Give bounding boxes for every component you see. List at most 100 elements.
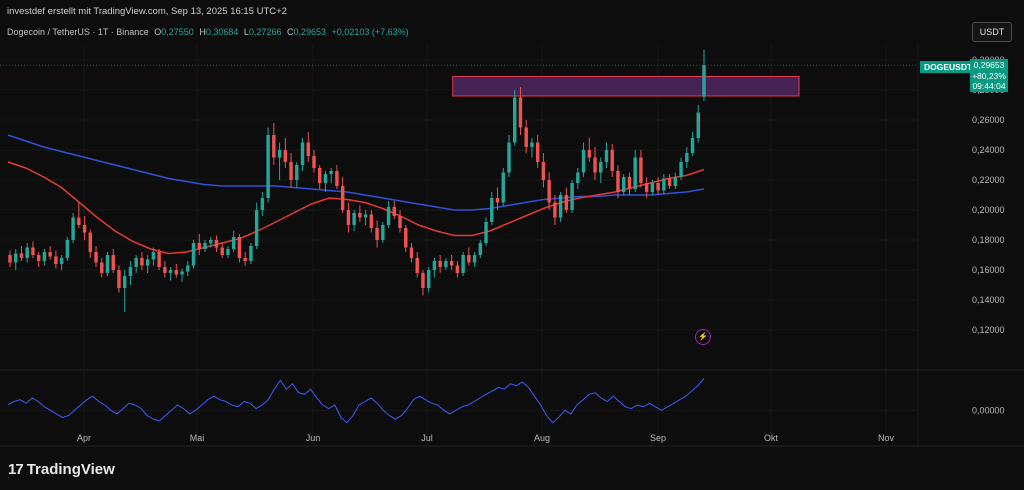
candle-body [134,258,138,267]
x-tick-label: Sep [650,433,666,443]
change-percent: +80,23% [972,70,1006,81]
candle-body [306,142,310,156]
candle-body [59,258,64,264]
candle-body [317,168,322,183]
symbol-price-tag: DOGEUSDT [920,61,977,73]
candle-body [54,256,58,264]
candle-body [272,135,276,158]
candle-body [249,246,253,261]
candle-body [77,217,81,225]
candle-body [295,165,299,180]
y-tick-label: 0,22000 [972,175,1005,185]
candle-body [576,172,580,183]
candle-body [570,183,574,210]
candle-body [31,247,35,255]
bar-countdown: 09:44:04 [972,81,1006,91]
candle-body [260,198,265,210]
candle-body [513,97,517,143]
candle-body [117,270,121,288]
x-tick-label: Aug [534,433,550,443]
last-price: 0,29653 [973,60,1005,70]
candle-body [94,252,98,263]
candle-body [323,174,328,183]
candle-body [673,177,678,186]
candle-body [650,183,655,192]
candle-body [25,247,29,258]
candle-body [490,198,494,222]
candle-body [656,183,660,191]
candle-body [191,243,196,266]
candle-body [186,265,190,272]
candle-body [352,213,356,225]
y-tick-label: 0,18000 [972,235,1005,245]
candle-body [65,240,70,258]
candle-body [690,138,695,153]
candle-body [151,252,156,260]
candle-body [122,276,127,288]
candle-body [530,142,534,147]
candle-body [432,261,437,270]
candle-body [375,228,379,240]
candle-body [237,237,242,258]
candle-body [616,171,620,192]
x-tick-label: Mai [190,433,205,443]
candle-body [335,171,339,186]
y-tick-label: 0,16000 [972,265,1005,275]
candle-body [203,243,207,249]
candle-body [88,232,93,252]
candle-body [42,252,47,261]
candle-body [48,252,52,257]
candle-body [409,247,414,258]
candle-body [254,210,259,246]
candle-body [226,249,230,255]
candle-body [266,135,270,198]
candle-body [243,258,247,261]
x-tick-label: Jul [421,433,433,443]
candle-body [547,180,551,203]
candle-body [277,150,282,158]
candle-body [564,195,569,210]
candle-body [71,217,75,240]
candle-body [501,172,505,203]
candle-body [685,153,689,162]
candle-body [140,258,144,266]
resistance-zone [452,76,800,97]
candle-body [398,216,402,228]
candle-body [231,237,236,249]
candle-body [111,255,115,270]
candle-body [145,259,150,266]
candle-body [581,150,586,173]
candle-body [449,261,454,266]
candle-body [553,202,557,218]
candle-body [421,273,425,288]
candle-body [312,156,316,168]
candle-body [220,247,224,255]
candle-body [558,195,563,218]
candle-body [128,267,133,276]
candle-body [100,262,104,273]
candle-body [495,198,500,203]
candle-body [541,162,546,180]
candle-body [593,157,597,173]
candle-body [644,183,649,192]
candle-body [174,270,179,275]
candle-body [438,261,442,267]
candle-body [340,186,345,210]
candle-body [587,150,592,158]
candle-body [381,225,385,240]
oscillator-line [7,378,705,424]
candle-body [604,150,609,162]
candle-body [214,240,219,248]
candle-body [484,222,488,243]
candle-body [478,243,483,255]
candle-body [329,171,333,174]
candle-body [667,178,672,186]
candle-body [679,162,683,177]
candle-body [639,157,643,183]
lightning-icon[interactable]: ⚡ [695,329,711,345]
candle-body [702,65,706,97]
candle-body [524,127,528,147]
price-chart[interactable]: 0,300000,280000,260000,240000,220000,200… [0,0,1024,490]
x-tick-label: Nov [878,433,895,443]
logo-text: TradingView [26,461,115,478]
